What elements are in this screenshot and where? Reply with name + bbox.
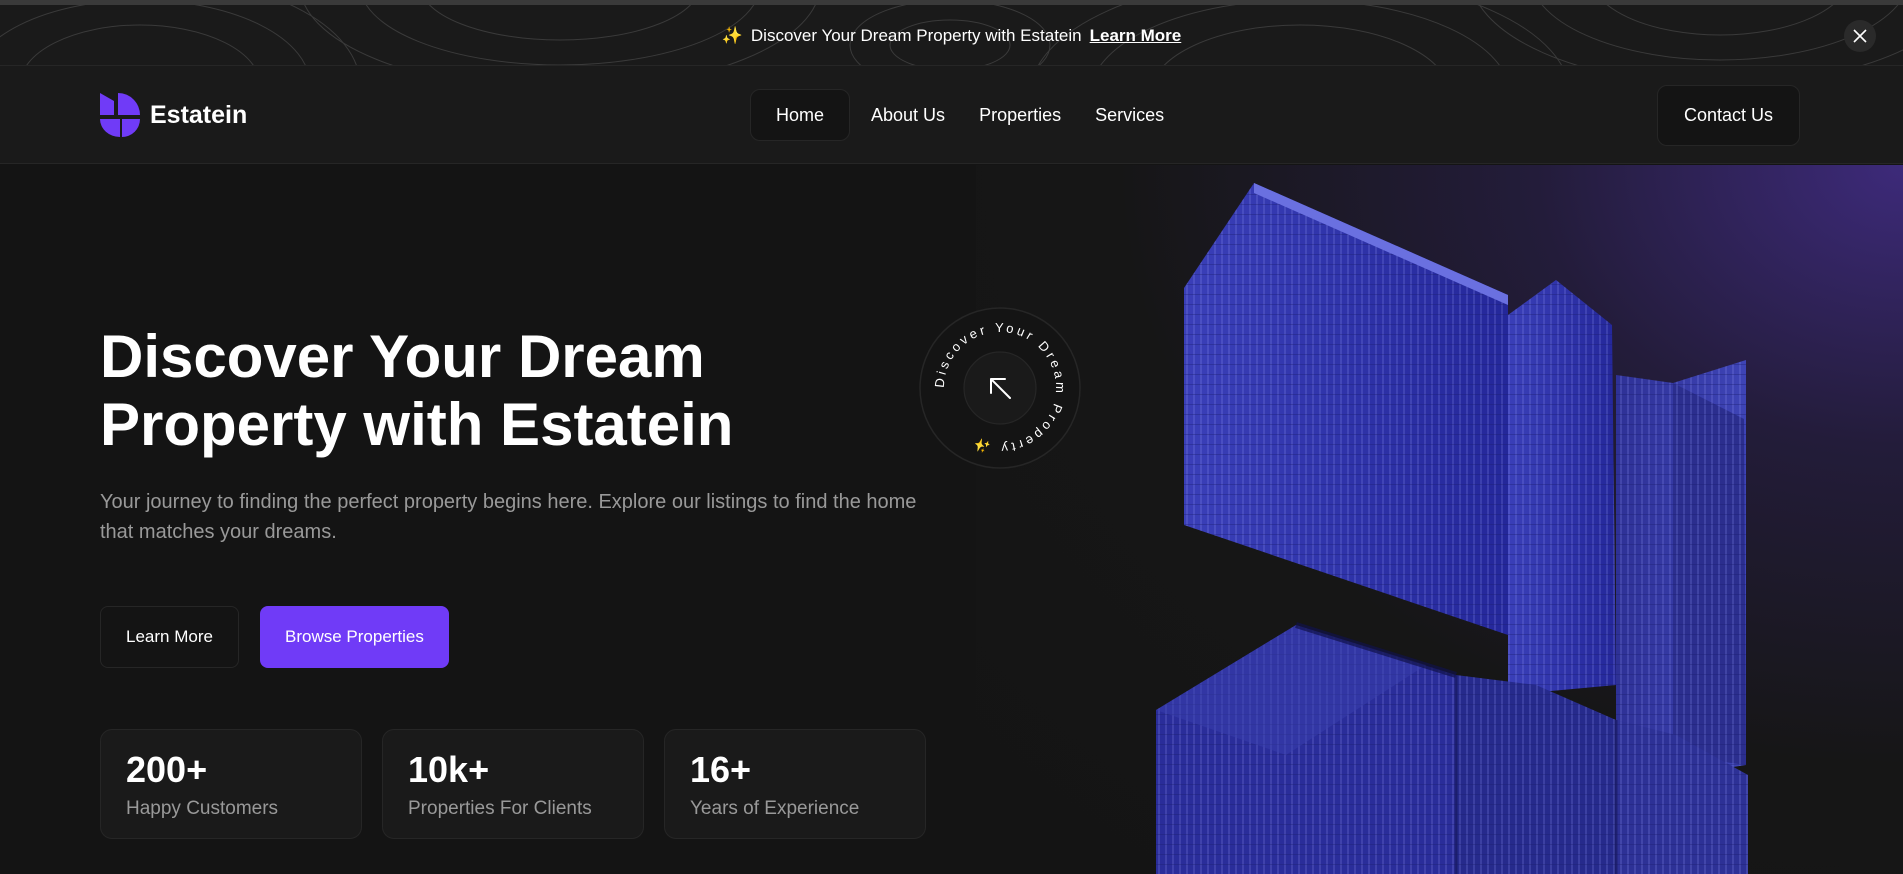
- learn-more-button[interactable]: Learn More: [100, 606, 239, 668]
- banner-message: ✨ Discover Your Dream Property with Esta…: [0, 5, 1903, 65]
- stat-card-experience: 16+ Years of Experience: [664, 729, 926, 839]
- estatein-logo-icon: [100, 93, 140, 137]
- nav-home[interactable]: Home: [750, 89, 851, 141]
- hero-content: Discover Your Dream Property with Estate…: [0, 165, 976, 874]
- nav-links: Home About Us Properties Services: [750, 89, 1177, 141]
- browse-properties-button[interactable]: Browse Properties: [260, 606, 449, 668]
- banner-close-button[interactable]: [1844, 20, 1876, 52]
- announcement-banner: ✨ Discover Your Dream Property with Esta…: [0, 5, 1903, 66]
- hero-image-panel: [976, 165, 1903, 874]
- stat-label: Properties For Clients: [408, 798, 592, 819]
- hero-subtitle: Your journey to finding the perfect prop…: [100, 491, 917, 543]
- stat-card-customers: 200+ Happy Customers: [100, 729, 362, 839]
- close-icon: [1853, 29, 1867, 43]
- banner-text: Discover Your Dream Property with Estate…: [750, 25, 1082, 45]
- nav-about-us[interactable]: About Us: [858, 89, 958, 141]
- circular-badge-graphic: Discover Your Dream Property ✨: [919, 307, 1081, 469]
- stat-value: 10k+: [408, 749, 490, 790]
- building-image: [1156, 183, 1748, 874]
- main-navbar: Estatein Home About Us Properties Servic…: [0, 66, 1903, 164]
- sparkles-icon: ✨: [721, 25, 743, 45]
- stat-value: 16+: [690, 749, 752, 790]
- discover-property-badge[interactable]: Discover Your Dream Property ✨: [919, 307, 1081, 469]
- nav-properties[interactable]: Properties: [966, 89, 1074, 141]
- hero-title-line1: Discover Your Dream: [100, 323, 705, 390]
- logo-text: Estatein: [150, 100, 248, 129]
- stat-card-properties: 10k+ Properties For Clients: [382, 729, 644, 839]
- stat-label: Years of Experience: [690, 798, 860, 819]
- hero-title-line2: Property with Estatein: [100, 391, 734, 458]
- stat-value: 200+: [126, 749, 208, 790]
- hero-title: Discover Your Dream Property with Estate…: [100, 323, 860, 459]
- nav-services[interactable]: Services: [1082, 89, 1177, 141]
- logo[interactable]: Estatein: [100, 93, 247, 137]
- banner-learn-more-link[interactable]: Learn More: [1090, 26, 1182, 46]
- contact-us-button[interactable]: Contact Us: [1656, 85, 1800, 146]
- stat-label: Happy Customers: [126, 798, 279, 819]
